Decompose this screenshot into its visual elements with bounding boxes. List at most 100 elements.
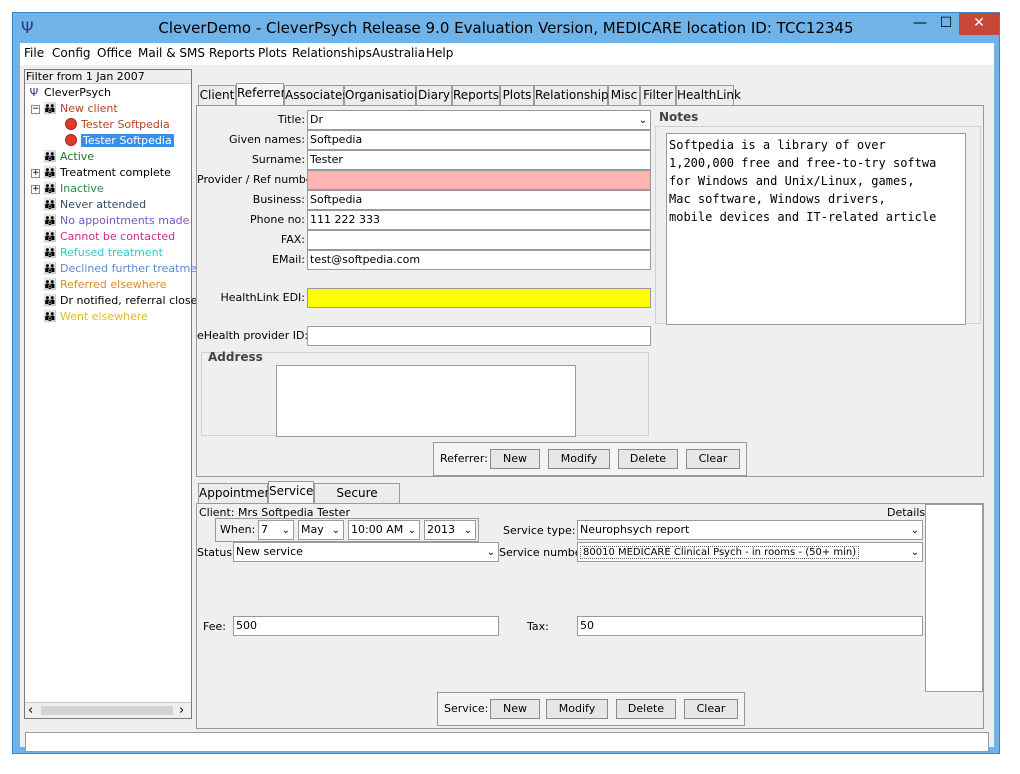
client-tree[interactable]: Filter from 1 Jan 2007 Ψ CleverPsych − 👪 N… (24, 69, 208, 719)
chevron-down-icon: ⌄ (463, 525, 472, 536)
tree-node-label: No appointments made (60, 214, 190, 227)
service-delete-button[interactable]: Delete (616, 699, 676, 719)
tree-node-cannot-contact[interactable]: 👪 Cannot be contacted (43, 229, 175, 245)
menu-plots[interactable]: Plots (258, 46, 287, 60)
email-label: EMail: (272, 253, 305, 266)
status-select[interactable]: New service ⌄ (233, 542, 499, 562)
menu-bar: File Config Office Mail & SMS Reports Pl… (20, 43, 994, 65)
details-textarea[interactable] (925, 504, 983, 692)
tab-relationships[interactable]: Relationships (534, 85, 615, 105)
tab-plots[interactable]: Plots (500, 85, 534, 105)
service-type-label: Service type: (503, 524, 576, 537)
ehealth-id-field[interactable] (307, 326, 651, 346)
referrer-delete-button[interactable]: Delete (618, 449, 678, 469)
tree-node-never-attended[interactable]: 👪 Never attended (43, 197, 146, 213)
service-clear-button[interactable]: Clear (684, 699, 738, 719)
month-select[interactable]: May ⌄ (298, 520, 344, 540)
chevron-down-icon: ⌄ (638, 115, 647, 126)
menu-relationships[interactable]: Relationships (292, 46, 372, 60)
menu-office[interactable]: Office (97, 46, 132, 60)
menu-australia[interactable]: Australia (372, 46, 425, 60)
tab-diary[interactable]: Diary (416, 85, 452, 105)
tab-associates[interactable]: Associates (284, 85, 349, 105)
notes-line: for Windows and Unix/Linux, games, (669, 174, 915, 188)
given-names-field[interactable]: Softpedia (307, 130, 651, 150)
menu-file[interactable]: File (24, 46, 44, 60)
referrer-clear-button[interactable]: Clear (686, 449, 740, 469)
scrollbar-thumb[interactable] (41, 706, 173, 715)
tree-node-referred-elsewhere[interactable]: 👪 Referred elsewhere (43, 277, 166, 293)
tree-node-client-selected[interactable]: Tester Softpedia (65, 133, 174, 149)
menu-reports[interactable]: Reports (209, 46, 255, 60)
tree-node-refused[interactable]: 👪 Refused treatment (43, 245, 163, 261)
tree-node-label: Treatment complete (60, 166, 171, 179)
window-title: CleverDemo - CleverPsych Release 9.0 Eva… (158, 19, 854, 37)
tab-appointment[interactable]: Appointment (198, 483, 277, 503)
client-face-icon (65, 118, 77, 130)
email-field[interactable]: test@softpedia.com (307, 250, 651, 270)
business-field[interactable]: Softpedia (307, 190, 651, 210)
tax-field[interactable]: 50 (577, 616, 923, 636)
tree-node-treatment-complete[interactable]: 👪 Treatment complete (43, 165, 171, 181)
menu-config[interactable]: Config (52, 46, 91, 60)
expander-plus-icon[interactable]: + (31, 185, 40, 194)
tab-client[interactable]: Client (198, 85, 236, 105)
time-value: 10:00 AM (351, 523, 404, 536)
healthlink-edi-field[interactable] (307, 288, 651, 308)
tree-node-active[interactable]: 👪 Active (43, 149, 94, 165)
tab-service[interactable]: Service (268, 481, 314, 503)
tab-misc[interactable]: Misc (608, 85, 640, 105)
tree-node-went-elsewhere[interactable]: 👪 Went elsewhere (43, 309, 148, 325)
tab-filter[interactable]: Filter (640, 85, 676, 105)
service-modify-button[interactable]: Modify (546, 699, 608, 719)
fee-field[interactable]: 500 (233, 616, 499, 636)
notes-line: 1,200,000 free and free-to-try softwa (669, 156, 937, 170)
service-number-select[interactable]: 80010 MEDICARE Clinical Psych - in rooms… (577, 542, 923, 562)
tree-node-label: New client (60, 102, 118, 115)
scroll-right-icon[interactable]: › (179, 703, 184, 718)
tree-node-dr-notified[interactable]: 👪 Dr notified, referral closed (43, 293, 204, 309)
surname-field[interactable]: Tester (307, 150, 651, 170)
tree-horizontal-scrollbar[interactable]: ‹ › (25, 702, 191, 718)
notes-textarea[interactable]: Softpedia is a library of over 1,200,000… (666, 133, 966, 325)
person-group-icon: 👪 (43, 150, 57, 163)
fax-field[interactable] (307, 230, 651, 250)
service-type-select[interactable]: Neurophsych report ⌄ (577, 520, 923, 540)
close-button[interactable]: ✕ (959, 13, 999, 35)
chevron-down-icon: ⌄ (486, 547, 495, 558)
tab-healthlink[interactable]: HealthLink (676, 85, 741, 105)
status-value: New service (236, 545, 303, 558)
tab-organisation[interactable]: Organisation (344, 85, 422, 105)
tab-reports[interactable]: Reports (452, 85, 500, 105)
day-select[interactable]: 7 ⌄ (258, 520, 294, 540)
person-group-icon: 👪 (43, 278, 57, 291)
provider-ref-field[interactable] (307, 170, 651, 190)
tree-root[interactable]: Ψ CleverPsych (27, 85, 111, 101)
person-group-icon: 👪 (43, 246, 57, 259)
expander-minus-icon[interactable]: − (31, 105, 40, 114)
tab-secure-message[interactable]: Secure Message (314, 483, 400, 518)
phone-field[interactable]: 111 222 333 (307, 210, 651, 230)
time-select[interactable]: 10:00 AM ⌄ (348, 520, 420, 540)
tree-node-label: Declined further treatment (60, 262, 209, 275)
menu-mail-sms[interactable]: Mail & SMS (138, 46, 205, 60)
service-new-button[interactable]: New (490, 699, 540, 719)
title-bar[interactable]: Ψ CleverDemo - CleverPsych Release 9.0 E… (13, 13, 999, 43)
tree-node-inactive[interactable]: 👪 Inactive (43, 181, 104, 197)
expander-plus-icon[interactable]: + (31, 169, 40, 178)
title-select[interactable]: Dr ⌄ (307, 110, 651, 130)
tree-node-new-client[interactable]: 👪 New client (43, 101, 118, 117)
tree-node-declined[interactable]: 👪 Declined further treatment (43, 261, 208, 277)
tab-referrer[interactable]: Referrer (236, 83, 286, 105)
menu-help[interactable]: Help (426, 46, 453, 60)
maximize-button[interactable]: ☐ (933, 13, 959, 35)
minimize-button[interactable]: — (907, 13, 933, 35)
year-select[interactable]: 2013 ⌄ (424, 520, 476, 540)
referrer-modify-button[interactable]: Modify (548, 449, 610, 469)
service-button-group: Service: New Modify Delete Clear (437, 692, 745, 726)
address-textarea[interactable] (276, 365, 576, 437)
referrer-new-button[interactable]: New (490, 449, 540, 469)
scroll-left-icon[interactable]: ‹ (28, 703, 33, 718)
tree-node-no-appointments[interactable]: 👪 No appointments made (43, 213, 189, 229)
tree-node-client[interactable]: Tester Softpedia (65, 117, 170, 133)
